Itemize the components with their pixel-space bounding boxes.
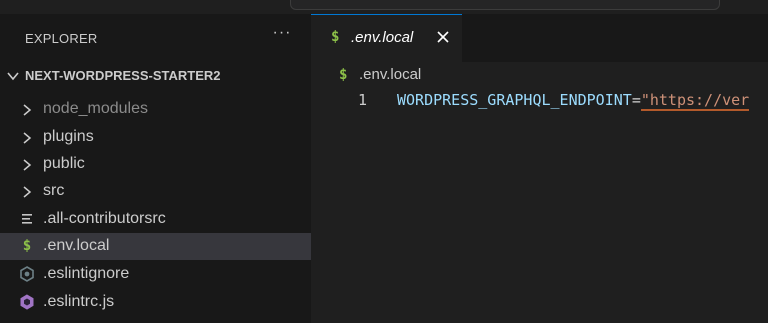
- tree-item-label: node_modules: [43, 100, 148, 117]
- tree-item-label: plugins: [43, 128, 94, 145]
- project-section-header[interactable]: NEXT-WORDPRESS-STARTER2: [0, 65, 311, 87]
- breadcrumb: $ .env.local: [311, 62, 768, 86]
- chevron-down-icon: [7, 72, 19, 81]
- assignment-operator: =: [631, 91, 641, 109]
- tree-item-label: src: [43, 182, 65, 199]
- tree-item-label: .eslintrc.js: [43, 293, 115, 310]
- tree-item-all-contributorsrc[interactable]: .all-contributorsrc: [0, 206, 311, 233]
- code-text[interactable]: WORDPRESS_GRAPHQL_ENDPOINT="https://ver: [397, 90, 750, 111]
- line-number: 1: [357, 91, 367, 109]
- title-bar: [0, 0, 768, 14]
- eslint-icon: [20, 266, 34, 282]
- tree-item-label: .eslintignore: [43, 265, 130, 282]
- chevron-right-icon: [23, 132, 32, 144]
- editor-area: $ .env.local $ .env.local 1 WORDPRESS_GR…: [311, 14, 768, 323]
- env-variable-name: WORDPRESS_GRAPHQL_ENDPOINT: [397, 91, 632, 109]
- dollar-icon: $: [331, 29, 340, 45]
- more-actions-icon[interactable]: ···: [272, 24, 292, 44]
- code-line[interactable]: 1 WORDPRESS_GRAPHQL_ENDPOINT="https://ve…: [311, 90, 768, 114]
- env-variable-value: "https://ver: [640, 91, 750, 111]
- close-icon[interactable]: [435, 29, 451, 45]
- chevron-right-icon: [23, 159, 32, 171]
- tree-item-src[interactable]: src: [0, 178, 311, 205]
- tree-item-eslintrc-js[interactable]: .eslintrc.js: [0, 289, 311, 316]
- project-name: NEXT-WORDPRESS-STARTER2: [25, 68, 221, 83]
- explorer-header: EXPLORER ···: [0, 14, 311, 62]
- dollar-icon: $: [339, 67, 348, 83]
- tree-item-eslintignore[interactable]: .eslintignore: [0, 261, 311, 288]
- tree-item-public[interactable]: public: [0, 151, 311, 178]
- tab-bar: $ .env.local: [311, 14, 768, 62]
- tree-item-env-local[interactable]: $ .env.local: [0, 233, 311, 260]
- tree-item-plugins[interactable]: plugins: [0, 124, 311, 151]
- dollar-icon: $: [22, 238, 32, 254]
- explorer-title: EXPLORER: [25, 31, 98, 46]
- eslint-icon: [20, 294, 34, 310]
- tab-env-local[interactable]: $ .env.local: [311, 14, 462, 62]
- breadcrumb-item[interactable]: .env.local: [359, 66, 421, 83]
- chevron-right-icon: [23, 104, 32, 116]
- tree-item-node-modules[interactable]: node_modules: [0, 96, 311, 123]
- tree-item-label: .env.local: [43, 237, 110, 254]
- chevron-right-icon: [23, 186, 32, 198]
- tab-label: .env.local: [351, 29, 414, 46]
- lines-icon: [22, 214, 32, 224]
- command-center[interactable]: [290, 0, 720, 10]
- tree-item-label: public: [43, 155, 85, 172]
- explorer-sidebar: EXPLORER ··· NEXT-WORDPRESS-STARTER2 nod…: [0, 14, 311, 323]
- tree-item-label: .all-contributorsrc: [43, 210, 166, 227]
